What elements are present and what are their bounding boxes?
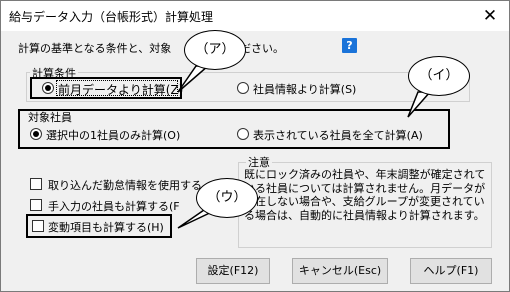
callout-i: （イ） — [408, 56, 470, 96]
callout-a: （ア） — [184, 30, 246, 70]
callout-tails — [177, 65, 432, 229]
callout-u: （ウ） — [196, 178, 258, 218]
